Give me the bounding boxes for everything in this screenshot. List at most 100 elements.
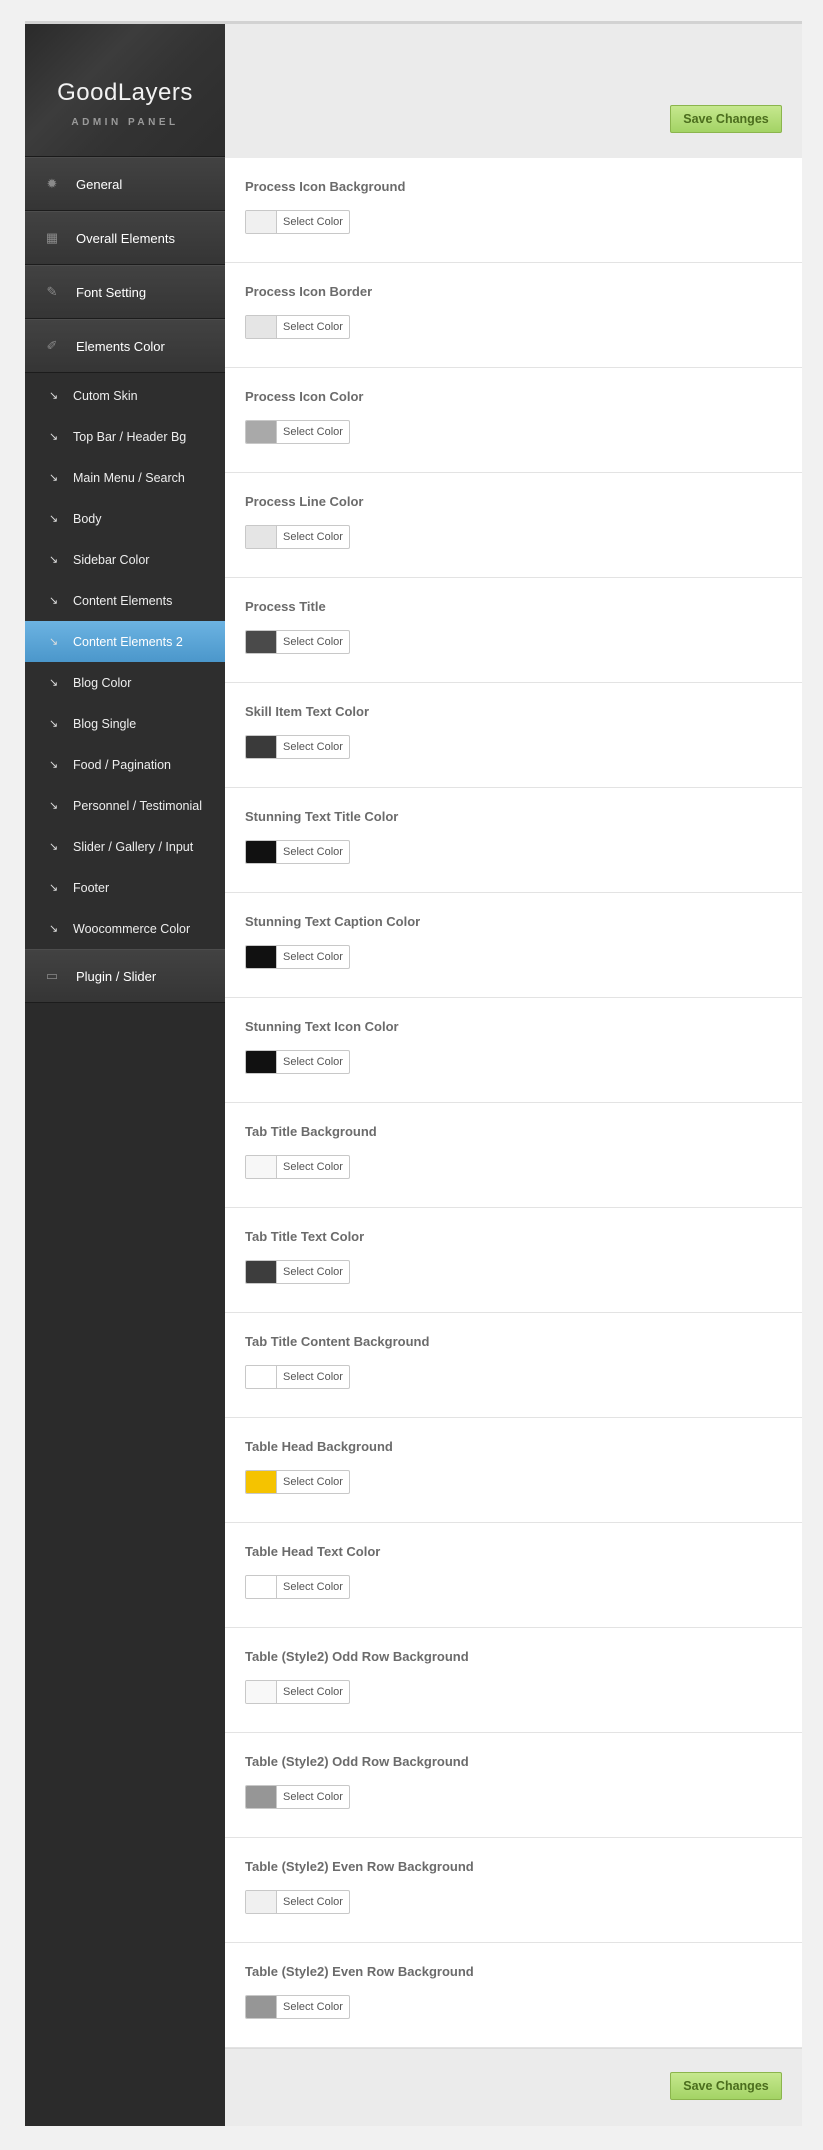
sub-nav-item[interactable]: ↘ Footer bbox=[25, 867, 225, 908]
sub-nav-item-label: Content Elements bbox=[73, 593, 173, 608]
sub-nav-item[interactable]: ↘ Blog Single bbox=[25, 703, 225, 744]
sub-nav-item[interactable]: ↘ Top Bar / Header Bg bbox=[25, 416, 225, 457]
sub-nav-item[interactable]: ↘ Food / Pagination bbox=[25, 744, 225, 785]
sub-nav-item-label: Woocommerce Color bbox=[73, 921, 191, 936]
sub-nav-item-label: Blog Single bbox=[73, 716, 137, 731]
color-swatch[interactable] bbox=[246, 421, 277, 443]
select-color-button[interactable]: Select Color bbox=[245, 840, 350, 864]
select-color-button[interactable]: Select Color bbox=[245, 210, 350, 234]
nav-item-label: Overall Elements bbox=[76, 230, 175, 246]
color-swatch[interactable] bbox=[246, 1471, 277, 1493]
color-swatch[interactable] bbox=[246, 526, 277, 548]
top-bar: Save Changes bbox=[225, 24, 802, 158]
sub-nav-item[interactable]: ↘ Content Elements bbox=[25, 580, 225, 621]
select-color-label: Select Color bbox=[283, 426, 343, 438]
setting-label: Stunning Text Caption Color bbox=[245, 914, 421, 929]
color-swatch[interactable] bbox=[246, 946, 277, 968]
select-color-button[interactable]: Select Color bbox=[245, 1680, 350, 1704]
save-button-bottom[interactable]: Save Changes bbox=[670, 2072, 782, 2100]
select-color-button[interactable]: Select Color bbox=[245, 420, 350, 444]
select-color-label: Select Color bbox=[283, 321, 343, 333]
sub-nav-item-label: Footer bbox=[73, 880, 110, 895]
color-setting-row: Process Icon Background Select Color bbox=[225, 158, 802, 263]
color-swatch[interactable] bbox=[246, 1051, 277, 1073]
arrow-down-right-icon: ↘ bbox=[49, 759, 59, 771]
color-setting-row: Table (Style2) Odd Row Background Select … bbox=[225, 1733, 802, 1838]
color-swatch[interactable] bbox=[246, 316, 277, 338]
select-color-label: Select Color bbox=[283, 636, 343, 648]
setting-label: Process Icon Background bbox=[245, 179, 406, 194]
sub-nav-item[interactable]: ↘ Sidebar Color bbox=[25, 539, 225, 580]
sub-nav-item-label: Blog Color bbox=[73, 675, 132, 690]
sub-nav-item[interactable]: ↘ Slider / Gallery / Input bbox=[25, 826, 225, 867]
select-color-button[interactable]: Select Color bbox=[245, 1995, 350, 2019]
select-color-button[interactable]: Select Color bbox=[245, 945, 350, 969]
color-swatch[interactable] bbox=[246, 1681, 277, 1703]
select-color-button[interactable]: Select Color bbox=[245, 1260, 350, 1284]
select-color-button[interactable]: Select Color bbox=[245, 1365, 350, 1389]
logo-title: GoodLayers bbox=[57, 79, 193, 106]
setting-label: Stunning Text Title Color bbox=[245, 809, 399, 824]
brush-icon: ✐ bbox=[46, 338, 58, 353]
sub-nav-item-label: Top Bar / Header Bg bbox=[73, 429, 187, 444]
select-color-button[interactable]: Select Color bbox=[245, 735, 350, 759]
select-color-button[interactable]: Select Color bbox=[245, 1575, 350, 1599]
nav-item-general[interactable]: ✹ General bbox=[25, 157, 225, 211]
select-color-label: Select Color bbox=[283, 951, 343, 963]
select-color-button[interactable]: Select Color bbox=[245, 525, 350, 549]
nav-item-elements-color[interactable]: ✐ Elements Color bbox=[25, 319, 225, 373]
select-color-label: Select Color bbox=[283, 741, 343, 753]
color-swatch[interactable] bbox=[246, 631, 277, 653]
color-swatch[interactable] bbox=[246, 736, 277, 758]
save-button-top[interactable]: Save Changes bbox=[670, 105, 782, 133]
setting-label: Process Title bbox=[245, 599, 326, 614]
setting-label: Skill Item Text Color bbox=[245, 704, 370, 719]
color-swatch[interactable] bbox=[246, 1891, 277, 1913]
select-color-button[interactable]: Select Color bbox=[245, 1050, 350, 1074]
arrow-down-right-icon: ↘ bbox=[49, 554, 59, 566]
color-setting-row: Skill Item Text Color Select Color bbox=[225, 683, 802, 788]
select-color-button[interactable]: Select Color bbox=[245, 1155, 350, 1179]
select-color-button[interactable]: Select Color bbox=[245, 1785, 350, 1809]
select-color-label: Select Color bbox=[283, 1161, 343, 1173]
color-swatch[interactable] bbox=[246, 1156, 277, 1178]
color-swatch[interactable] bbox=[246, 1786, 277, 1808]
color-swatch[interactable] bbox=[246, 1996, 277, 2018]
arrow-down-right-icon: ↘ bbox=[49, 636, 59, 648]
color-setting-row: Stunning Text Icon Color Select Color bbox=[225, 998, 802, 1103]
setting-label: Process Icon Border bbox=[245, 284, 373, 299]
sub-nav-item[interactable]: ↘ Body bbox=[25, 498, 225, 539]
color-setting-row: Process Line Color Select Color bbox=[225, 473, 802, 578]
sub-nav-item-label: Cutom Skin bbox=[73, 388, 138, 403]
color-swatch[interactable] bbox=[246, 211, 277, 233]
color-setting-row: Table (Style2) Even Row Background Select… bbox=[225, 1943, 802, 2048]
color-swatch[interactable] bbox=[246, 1576, 277, 1598]
color-setting-row: Stunning Text Caption Color Select Color bbox=[225, 893, 802, 998]
sub-nav-item[interactable]: ↘ Cutom Skin bbox=[25, 375, 225, 416]
nav-item-label: Plugin / Slider bbox=[76, 968, 157, 984]
select-color-label: Select Color bbox=[283, 216, 343, 228]
color-swatch[interactable] bbox=[246, 1261, 277, 1283]
select-color-button[interactable]: Select Color bbox=[245, 315, 350, 339]
sub-nav-item[interactable]: ↘ Woocommerce Color bbox=[25, 908, 225, 949]
select-color-button[interactable]: Select Color bbox=[245, 1890, 350, 1914]
select-color-button[interactable]: Select Color bbox=[245, 1470, 350, 1494]
sub-nav-item[interactable]: ↘ Personnel / Testimonial bbox=[25, 785, 225, 826]
color-setting-row: Process Icon Border Select Color bbox=[225, 263, 802, 368]
nav-item-font-setting[interactable]: ✎ Font Setting bbox=[25, 265, 225, 319]
nav-item-plugin-slider[interactable]: ▭ Plugin / Slider bbox=[25, 949, 225, 1003]
color-swatch[interactable] bbox=[246, 1366, 277, 1388]
nav-item-overall-elements[interactable]: ▦ Overall Elements bbox=[25, 211, 225, 265]
arrow-down-right-icon: ↘ bbox=[49, 841, 59, 853]
select-color-button[interactable]: Select Color bbox=[245, 630, 350, 654]
setting-label: Tab Title Content Background bbox=[245, 1334, 430, 1349]
arrow-down-right-icon: ↘ bbox=[49, 595, 59, 607]
select-color-label: Select Color bbox=[283, 1896, 343, 1908]
sub-nav-item[interactable]: ↘ Blog Color bbox=[25, 662, 225, 703]
color-setting-row: Process Icon Color Select Color bbox=[225, 368, 802, 473]
sub-nav-item[interactable]: ↘ Main Menu / Search bbox=[25, 457, 225, 498]
arrow-down-right-icon: ↘ bbox=[49, 390, 59, 402]
sub-nav-item[interactable]: ↘ Content Elements 2 bbox=[25, 621, 225, 662]
color-swatch[interactable] bbox=[246, 841, 277, 863]
select-color-label: Select Color bbox=[283, 531, 343, 543]
